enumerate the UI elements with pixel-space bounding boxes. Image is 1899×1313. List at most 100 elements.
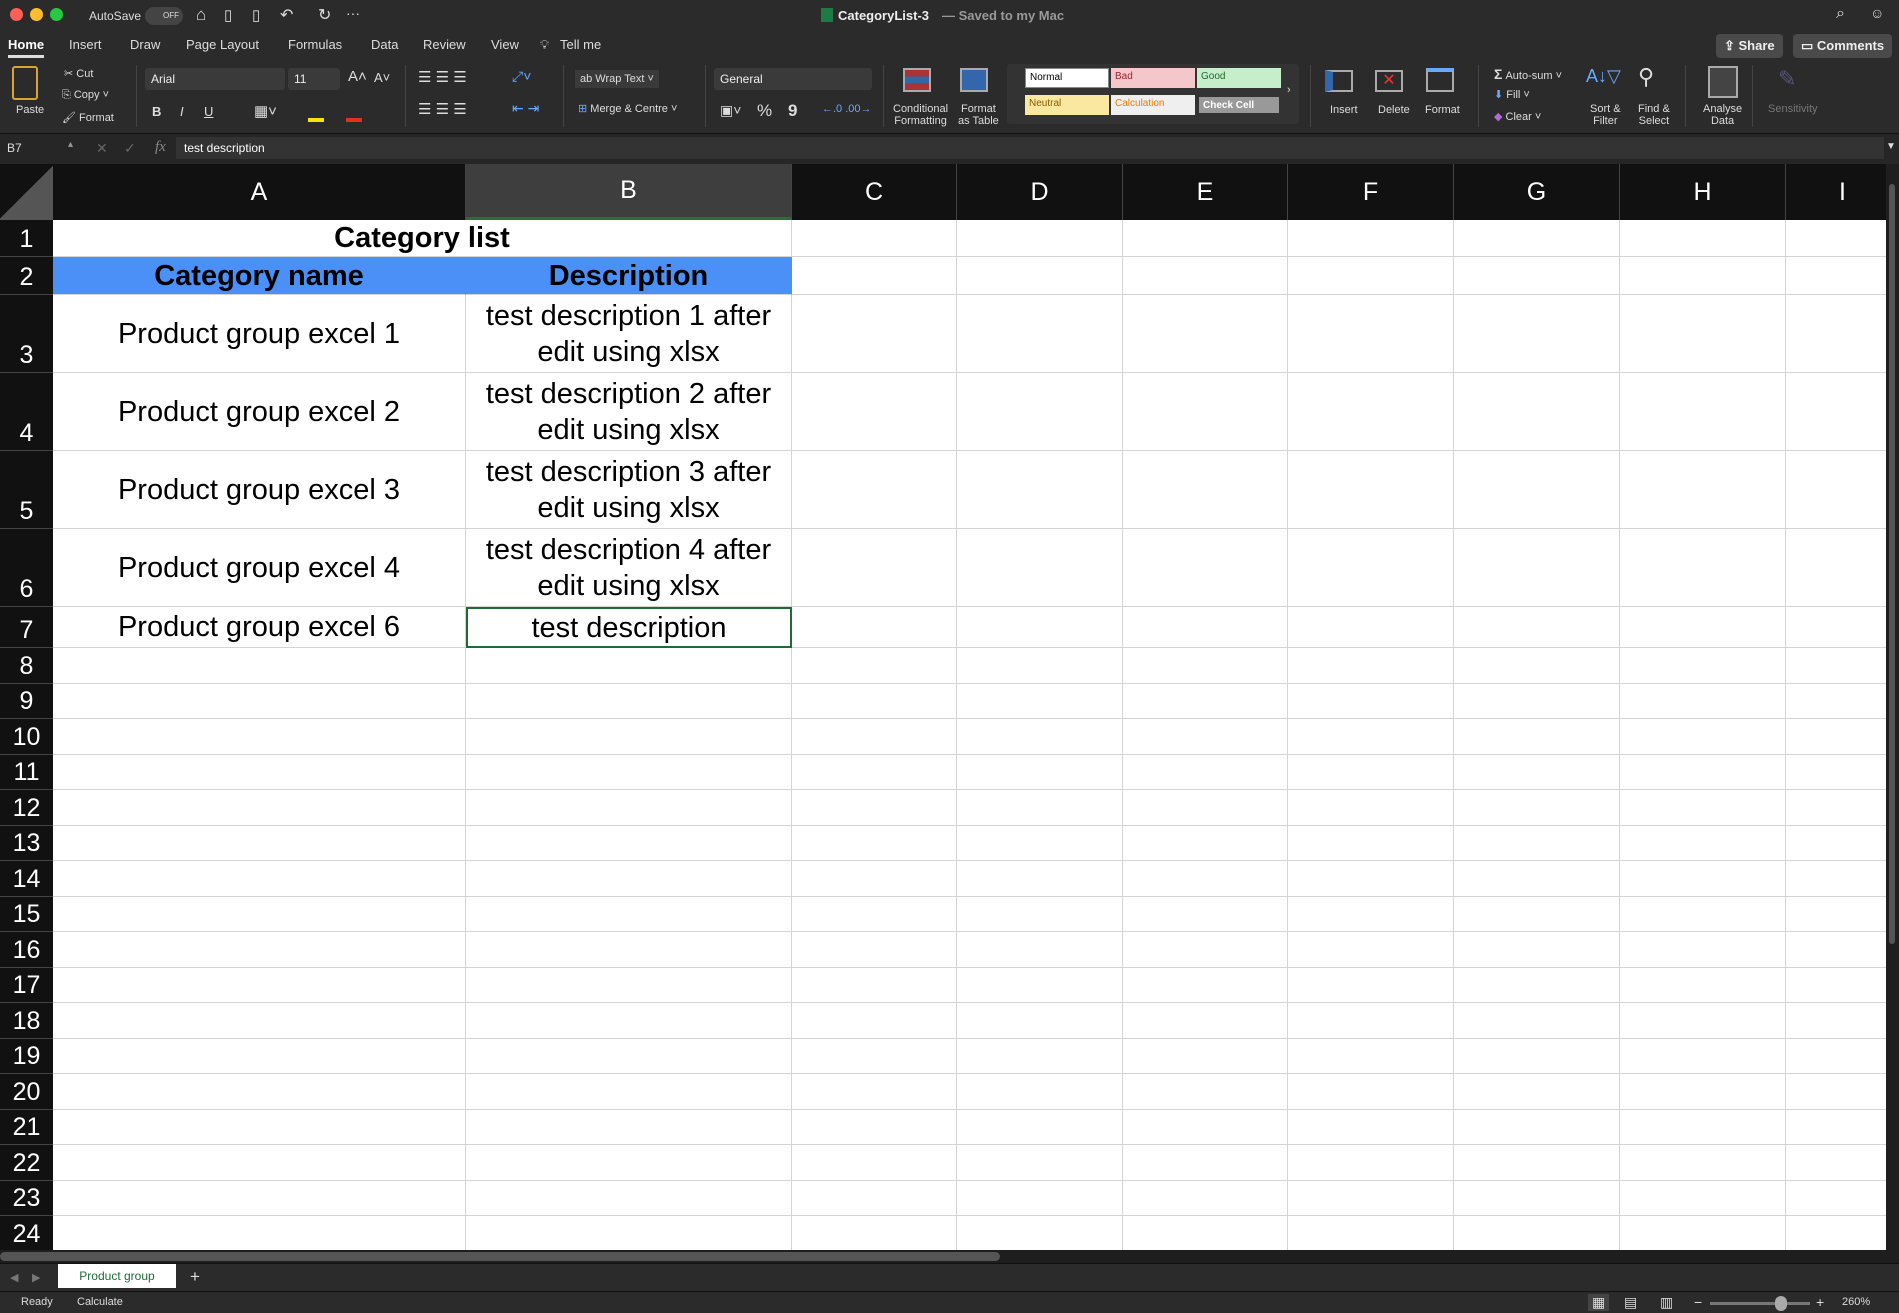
cell[interactable] — [1454, 257, 1620, 295]
find-select-button[interactable]: Find & Select — [1638, 103, 1670, 127]
description-cell[interactable]: test description 2 after edit using xlsx — [466, 373, 792, 451]
cell[interactable] — [1288, 257, 1454, 295]
format-as-table-button[interactable]: Format as Table — [958, 103, 999, 127]
style-normal[interactable]: Normal — [1025, 68, 1109, 88]
cell[interactable] — [1620, 825, 1786, 861]
cell[interactable] — [53, 1180, 466, 1216]
cell[interactable] — [466, 1216, 792, 1250]
home-icon[interactable]: ⌂ — [196, 5, 206, 25]
cell[interactable] — [466, 790, 792, 826]
cell[interactable] — [1786, 295, 1886, 373]
cell[interactable] — [792, 1109, 957, 1145]
zoom-out-button[interactable]: − — [1694, 1294, 1702, 1310]
cell[interactable] — [466, 1074, 792, 1110]
cell[interactable] — [1288, 967, 1454, 1003]
conditional-formatting-icon[interactable] — [903, 68, 931, 92]
column-header-B[interactable]: B — [466, 164, 792, 220]
cell[interactable] — [1454, 754, 1620, 790]
cell[interactable] — [957, 896, 1123, 932]
tab-formulas[interactable]: Formulas — [288, 37, 342, 52]
row-header-20[interactable]: 20 — [0, 1074, 53, 1110]
cell[interactable] — [1786, 1003, 1886, 1039]
column-header-E[interactable]: E — [1123, 164, 1288, 220]
cell[interactable] — [1123, 1216, 1288, 1250]
cell[interactable] — [1620, 861, 1786, 897]
cell[interactable] — [1786, 1074, 1886, 1110]
cell[interactable] — [1454, 373, 1620, 451]
cell[interactable] — [466, 719, 792, 755]
cell[interactable] — [1786, 861, 1886, 897]
page-layout-view-icon[interactable]: ▤ — [1624, 1294, 1637, 1311]
cell[interactable] — [1620, 790, 1786, 826]
row-header-22[interactable]: 22 — [0, 1145, 53, 1181]
cell[interactable] — [1454, 861, 1620, 897]
description-cell[interactable]: test description 4 after edit using xlsx — [466, 529, 792, 607]
cell[interactable] — [1786, 755, 1886, 790]
cell[interactable] — [957, 967, 1123, 1003]
paste-button[interactable]: Paste — [16, 104, 44, 116]
cell[interactable] — [1620, 451, 1786, 529]
cell[interactable] — [1786, 529, 1886, 607]
cell[interactable] — [53, 719, 466, 755]
cell[interactable] — [1123, 932, 1288, 968]
cell[interactable] — [1620, 1180, 1786, 1216]
description-cell[interactable]: test description 1 after edit using xlsx — [466, 295, 792, 373]
underline-button[interactable]: U — [204, 104, 213, 119]
page-break-view-icon[interactable]: ▥ — [1660, 1294, 1673, 1311]
cell[interactable] — [53, 648, 466, 684]
cell[interactable] — [957, 1145, 1123, 1181]
cell[interactable] — [53, 1038, 466, 1074]
cell[interactable] — [1454, 683, 1620, 719]
cell[interactable] — [53, 1216, 466, 1250]
cell[interactable] — [1786, 826, 1886, 861]
cell[interactable] — [957, 1180, 1123, 1216]
cell[interactable] — [53, 754, 466, 790]
cell[interactable] — [1123, 257, 1288, 295]
cell[interactable] — [1786, 1039, 1886, 1074]
cell[interactable] — [792, 1216, 957, 1250]
cell[interactable] — [1288, 754, 1454, 790]
chevron-right-icon[interactable]: › — [1287, 84, 1291, 96]
row-header-12[interactable]: 12 — [0, 790, 53, 826]
column-header-G[interactable]: G — [1454, 164, 1620, 220]
more-icon[interactable]: ··· — [346, 5, 360, 21]
account-icon[interactable]: ☺ — [1870, 5, 1884, 21]
cell[interactable] — [1123, 1074, 1288, 1110]
cell[interactable] — [1786, 932, 1886, 968]
cell[interactable] — [1123, 754, 1288, 790]
cell[interactable] — [1123, 967, 1288, 1003]
cell[interactable] — [1123, 1003, 1288, 1039]
indent-icon[interactable]: ⇤ ⇥ — [512, 100, 539, 117]
cell[interactable] — [1620, 295, 1786, 373]
cell[interactable] — [1123, 790, 1288, 826]
cell[interactable] — [957, 529, 1123, 607]
merge-centre-button[interactable]: ⊞ Merge & Centre ˅ — [578, 102, 677, 115]
undo-icon[interactable]: ↶ — [280, 5, 293, 25]
cell[interactable] — [1454, 1109, 1620, 1145]
cell[interactable] — [1288, 1180, 1454, 1216]
font-size-dropdown[interactable]: 11 — [288, 68, 340, 90]
cell[interactable] — [792, 1180, 957, 1216]
cell[interactable] — [792, 719, 957, 755]
cell[interactable] — [53, 1003, 466, 1039]
increase-font-icon[interactable]: A˄ — [348, 68, 367, 85]
cell[interactable] — [1288, 719, 1454, 755]
maximize-window-button[interactable] — [50, 8, 63, 21]
cell[interactable] — [957, 932, 1123, 968]
cell[interactable] — [1620, 1038, 1786, 1074]
cell[interactable] — [957, 683, 1123, 719]
cell[interactable] — [1786, 648, 1886, 684]
sheet-title-cell[interactable]: Category list — [53, 220, 792, 257]
cell[interactable] — [1288, 1003, 1454, 1039]
cell[interactable] — [53, 1109, 466, 1145]
cell[interactable] — [1454, 220, 1620, 257]
fx-icon[interactable]: fx — [155, 139, 166, 156]
percent-button[interactable]: % — [757, 101, 772, 121]
row-header-9[interactable]: 9 — [0, 683, 53, 719]
cell[interactable] — [957, 607, 1123, 648]
cell[interactable] — [1620, 1074, 1786, 1110]
font-name-dropdown[interactable]: Arial — [145, 68, 285, 90]
cell[interactable] — [792, 932, 957, 968]
format-painter-button[interactable]: 🖌︎ Format — [62, 111, 114, 124]
cell[interactable] — [1620, 1109, 1786, 1145]
